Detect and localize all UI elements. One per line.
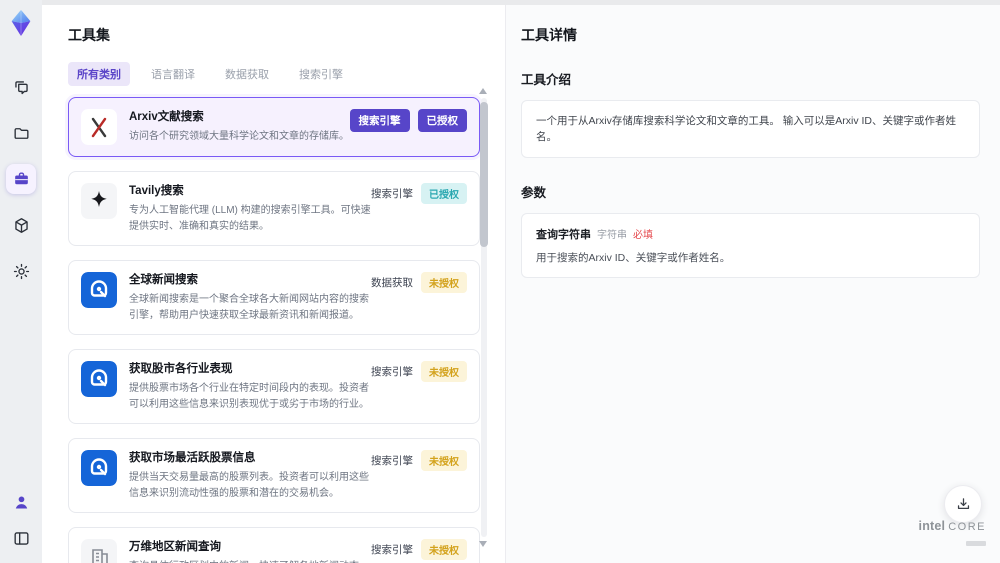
list-scrollbar[interactable]: [479, 88, 488, 547]
category-badge: 搜索引擎: [371, 455, 413, 467]
detail-title: 工具详情: [521, 27, 577, 43]
toolbox-icon[interactable]: [6, 164, 36, 194]
status-badge: 已授权: [421, 183, 467, 204]
intel-wordmark: intel: [918, 519, 946, 533]
tool-description: 专为人工智能代理 (LLM) 构建的搜索引擎工具。可快速提供实时、准确和真实的结…: [129, 205, 371, 232]
scroll-up-icon[interactable]: [479, 88, 487, 94]
tool-description: 提供当天交易量最高的股票列表。投资者可以利用这些信息来识别流动性强的股票和潜在的…: [129, 472, 369, 499]
tool-description: 全球新闻搜索是一个聚合全球各大新闻网站内容的搜索引擎，帮助用户快速获取全球最新资…: [129, 294, 369, 321]
app-logo-icon[interactable]: [6, 8, 36, 38]
toolset-panel: 工具集 所有类别 语言翻译 数据获取 搜索引擎 Arxiv文献搜索 访问各个研究领域大…: [42, 0, 505, 563]
param-header: 查询字符串 字符串 必填: [536, 226, 965, 242]
tool-description: 访问各个研究领域大量科学论文和文章的存储库。: [129, 131, 349, 142]
intro-text: 一个用于从Arxiv存储库搜索科学论文和文章的工具。 输入可以是Arxiv ID…: [536, 115, 956, 143]
category-badge: 搜索引擎: [371, 366, 413, 378]
scrollbar-thumb[interactable]: [479, 102, 488, 247]
category-badge: 搜索引擎: [371, 188, 413, 200]
category-tab[interactable]: 所有类别: [68, 62, 130, 86]
building-icon: [81, 539, 117, 563]
param-type: 字符串: [597, 230, 627, 241]
core-sub-badge: [966, 541, 986, 546]
param-card: 查询字符串 字符串 必填 用于搜索的Arxiv ID、关键字或作者姓名。: [521, 213, 980, 278]
category-badge: 搜索引擎: [349, 109, 410, 132]
user-avatar-icon[interactable]: [8, 489, 34, 515]
tool-list: Arxiv文献搜索 访问各个研究领域大量科学论文和文章的存储库。 搜索引擎 已授…: [68, 97, 480, 563]
category-tab[interactable]: 搜索引擎: [290, 62, 352, 86]
tool-description: 查询具体行政区划内的新闻，快速了解各地新闻动态: [129, 559, 371, 563]
status-badge: 未授权: [421, 539, 467, 560]
param-description: 用于搜索的Arxiv ID、关键字或作者姓名。: [536, 252, 731, 264]
news-q-icon: [81, 361, 117, 397]
tool-card[interactable]: Arxiv文献搜索 访问各个研究领域大量科学论文和文章的存储库。 搜索引擎 已授…: [68, 97, 480, 157]
status-badge: 已授权: [417, 109, 467, 132]
window-top-edge: [42, 0, 1000, 5]
cube-icon[interactable]: [6, 210, 36, 240]
rail-nav: [6, 72, 36, 286]
param-name: 查询字符串: [536, 229, 591, 241]
tool-card[interactable]: 万维地区新闻查询 查询具体行政区划内的新闻，快速了解各地新闻动态 搜索引擎 未授…: [68, 527, 480, 563]
folder-icon[interactable]: [6, 118, 36, 148]
rail-bottom: [8, 489, 34, 551]
tool-card[interactable]: 获取股市各行业表现 提供股票市场各个行业在特定时间段内的表现。投资者可以利用这些…: [68, 349, 480, 424]
tool-detail-panel: 工具详情 工具介绍 一个用于从Arxiv存储库搜索科学论文和文章的工具。 输入可…: [505, 0, 1000, 563]
news-q-icon: [81, 450, 117, 486]
tool-card[interactable]: 全球新闻搜索 全球新闻搜索是一个聚合全球各大新闻网站内容的搜索引擎，帮助用户快速…: [68, 260, 480, 335]
settings-gear-icon[interactable]: [6, 256, 36, 286]
chat-icon[interactable]: [6, 72, 36, 102]
scroll-down-icon[interactable]: [479, 541, 487, 547]
sparkle-icon: [81, 183, 117, 219]
download-button[interactable]: [944, 485, 982, 523]
status-badge: 未授权: [421, 450, 467, 471]
category-badge: 搜索引擎: [371, 544, 413, 556]
status-badge: 未授权: [421, 272, 467, 293]
intel-core-logo: intel CORE: [919, 519, 986, 551]
left-rail: [0, 0, 42, 563]
category-badge: 数据获取: [371, 277, 413, 289]
status-badge: 未授权: [421, 361, 467, 382]
param-required-flag: 必填: [633, 230, 653, 241]
intro-heading: 工具介绍: [521, 73, 572, 87]
category-tab[interactable]: 数据获取: [216, 62, 278, 86]
tool-card[interactable]: Tavily搜索 专为人工智能代理 (LLM) 构建的搜索引擎工具。可快速提供实…: [68, 171, 480, 246]
category-tabs: 所有类别 语言翻译 数据获取 搜索引擎: [68, 62, 505, 86]
news-q-icon: [81, 272, 117, 308]
page-title: 工具集: [68, 27, 110, 43]
panel-toggle-icon[interactable]: [8, 525, 34, 551]
tool-description: 提供股票市场各个行业在特定时间段内的表现。投资者可以利用这些信息来识别表现优于或…: [129, 383, 369, 410]
arxiv-logo-icon: [81, 109, 117, 145]
intro-card: 一个用于从Arxiv存储库搜索科学论文和文章的工具。 输入可以是Arxiv ID…: [521, 100, 980, 158]
core-wordmark: CORE: [948, 521, 986, 533]
params-heading: 参数: [521, 186, 547, 200]
tool-card[interactable]: 获取市场最活跃股票信息 提供当天交易量最高的股票列表。投资者可以利用这些信息来识…: [68, 438, 480, 513]
category-tab[interactable]: 语言翻译: [142, 62, 204, 86]
